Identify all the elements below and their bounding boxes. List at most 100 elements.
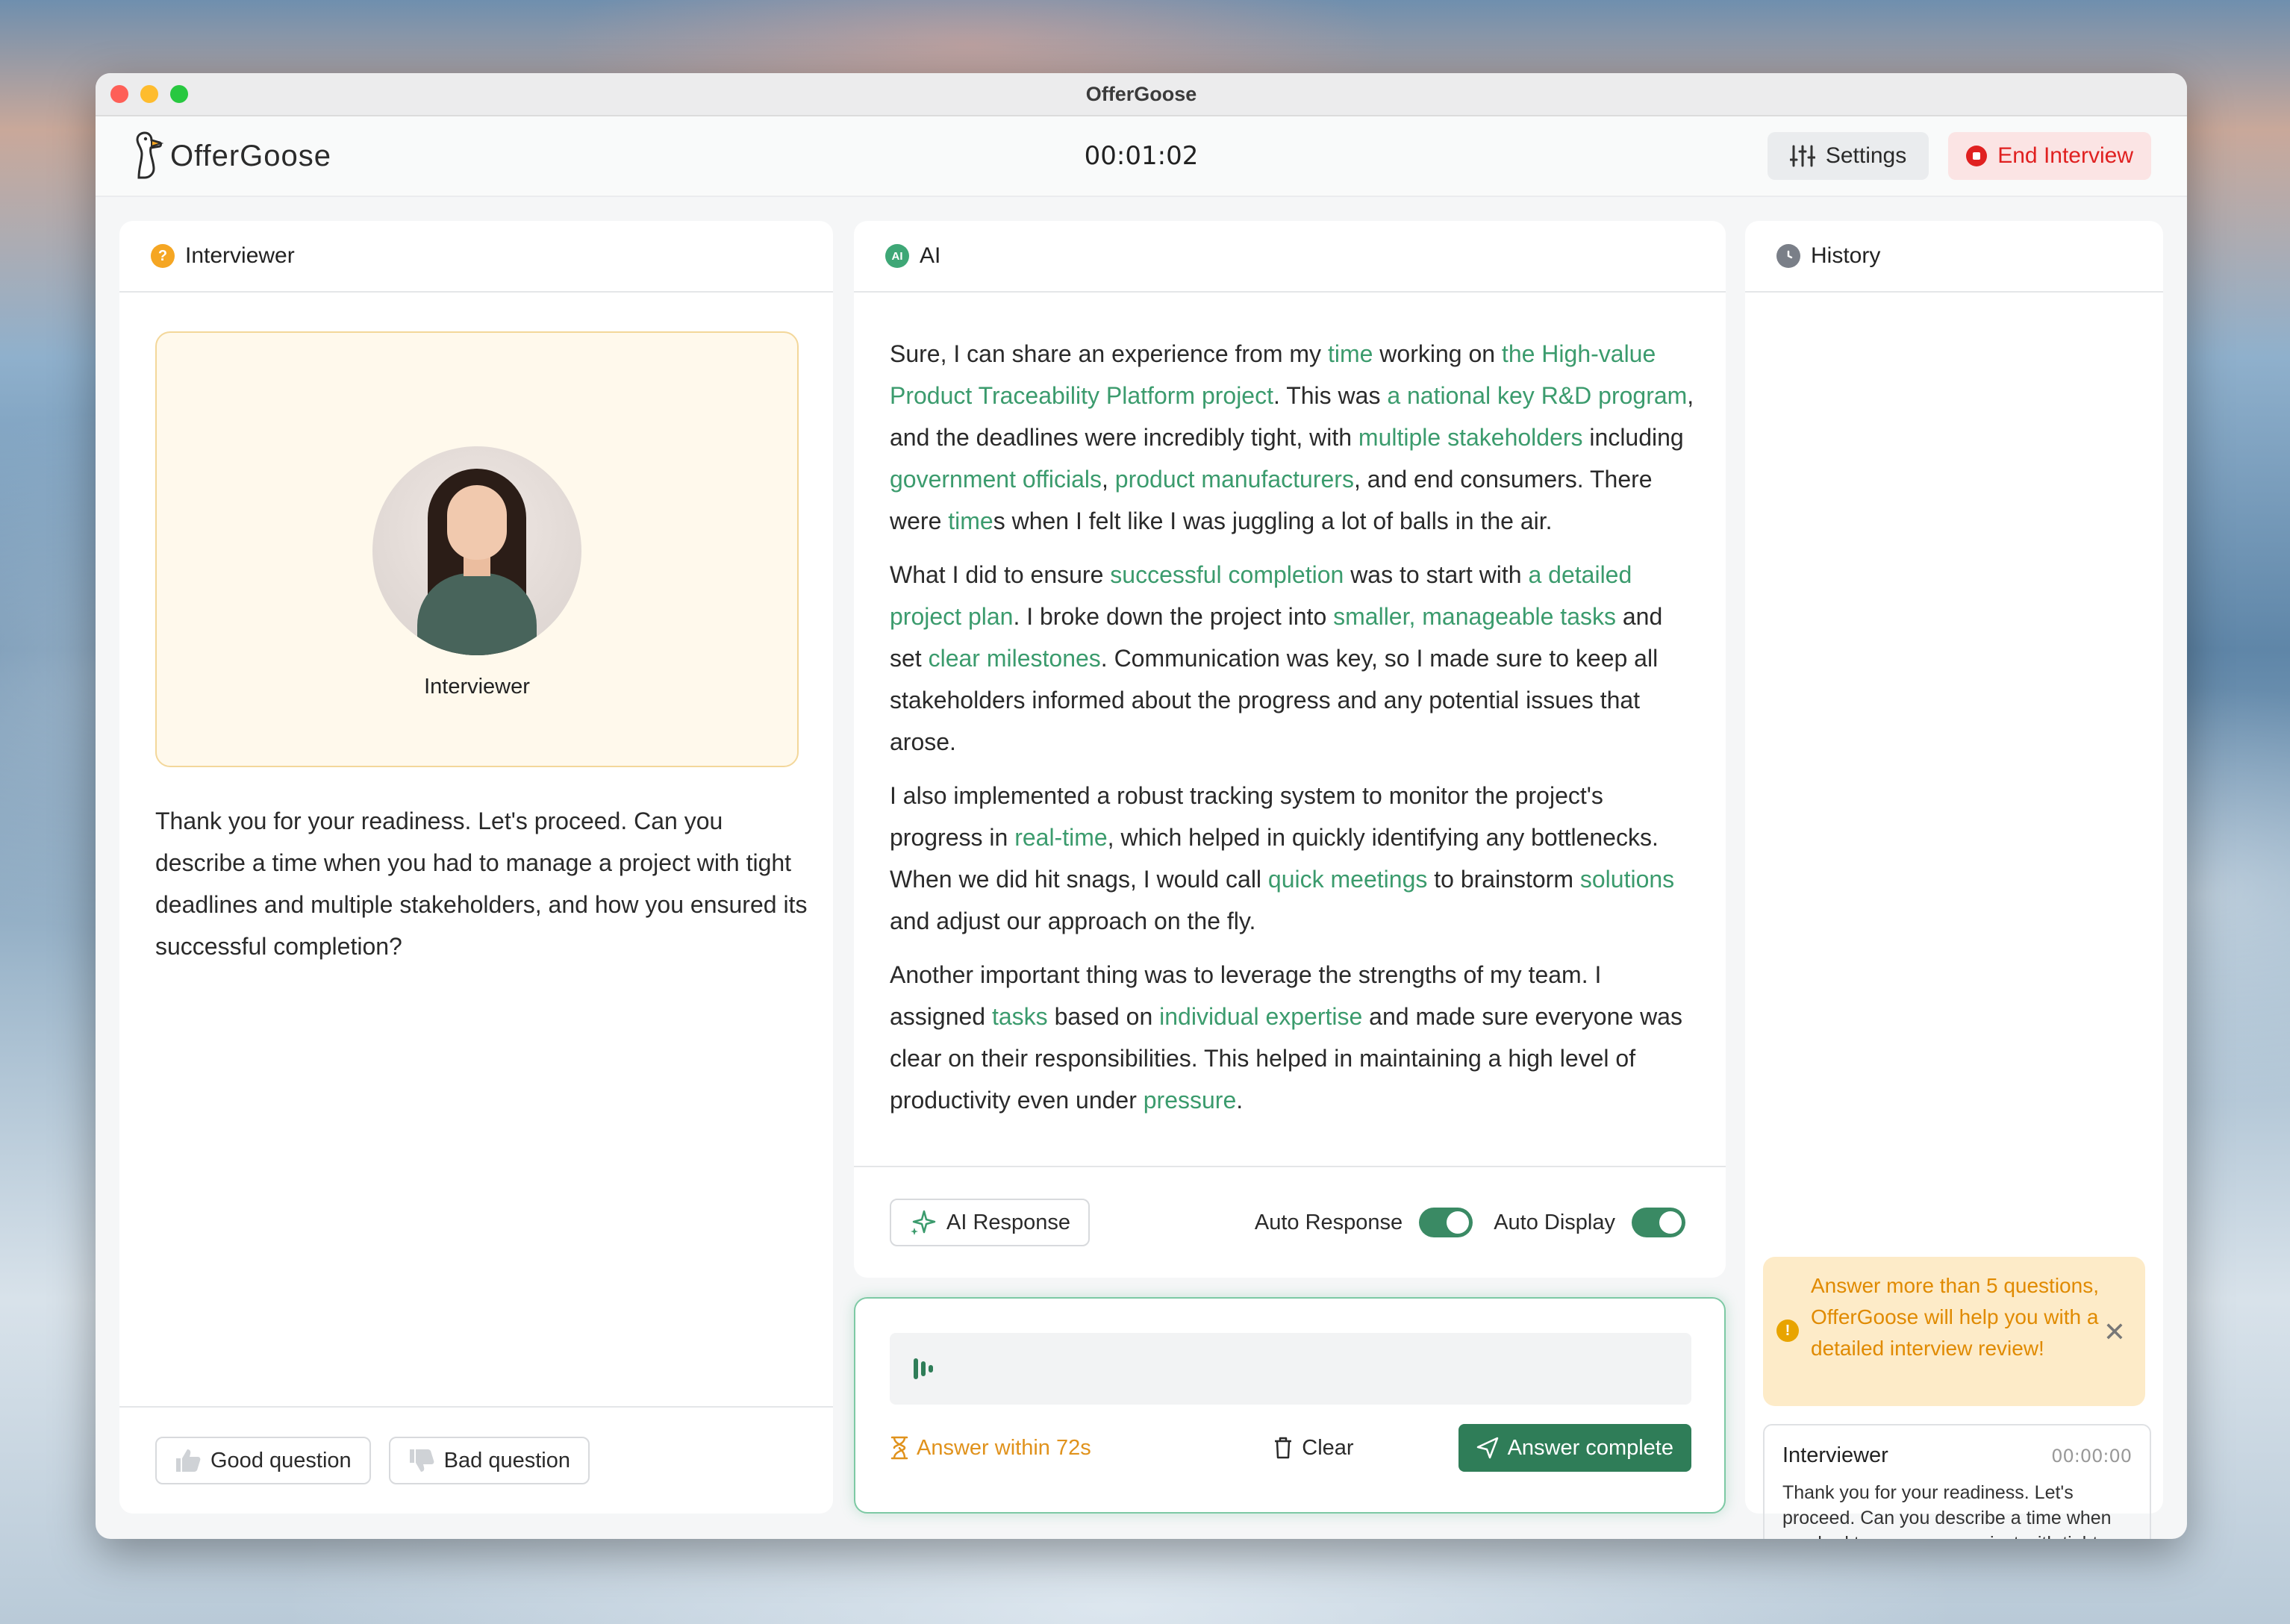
ai-answer-paragraph: Another important thing was to leverage … xyxy=(890,954,1696,1121)
header-actions: Settings End Interview xyxy=(1767,132,2151,180)
ai-text-segment: s when I felt like I was juggling a lot … xyxy=(993,508,1553,534)
ai-keyword: clear milestones xyxy=(928,645,1101,672)
end-interview-label: End Interview xyxy=(1997,143,2133,168)
ai-keyword: government officials xyxy=(890,466,1102,493)
ai-text-segment: to brainstorm xyxy=(1427,866,1580,893)
goose-logo-icon xyxy=(136,131,164,179)
ai-text-segment: working on xyxy=(1373,340,1502,367)
thumbs-up-icon xyxy=(176,1449,201,1472)
ai-keyword: individual expertise xyxy=(1159,1003,1363,1030)
interviewer-avatar xyxy=(372,446,581,655)
ai-answer-paragraph: Sure, I can share an experience from my … xyxy=(890,333,1696,542)
answer-countdown: Answer within 72s xyxy=(890,1436,1091,1461)
history-item-speaker: Interviewer xyxy=(1782,1443,1888,1467)
ai-keyword: pressure xyxy=(1143,1087,1237,1114)
window-controls xyxy=(110,85,188,103)
interviewer-panel-title: Interviewer xyxy=(185,243,295,268)
settings-label: Settings xyxy=(1825,143,1907,168)
ai-text-segment: . This was xyxy=(1273,382,1388,409)
brand-name: OfferGoose xyxy=(170,139,332,172)
trash-icon xyxy=(1275,1437,1292,1459)
clear-label: Clear xyxy=(1302,1435,1354,1460)
close-icon[interactable]: ✕ xyxy=(2103,1317,2126,1348)
interviewer-card: Interviewer xyxy=(155,331,799,767)
bad-question-label: Bad question xyxy=(443,1448,570,1472)
brand: OfferGoose xyxy=(131,131,331,181)
history-panel-title: History xyxy=(1811,243,1881,268)
ai-text-segment: , xyxy=(1102,466,1115,493)
ai-keyword: real-time xyxy=(1014,824,1108,851)
countdown-label: Answer within 72s xyxy=(917,1435,1091,1460)
auto-response-label: Auto Response xyxy=(1254,1210,1403,1234)
clear-button[interactable]: Clear xyxy=(1273,1435,1354,1461)
answer-actions: Answer within 72s Clear Answer complete xyxy=(890,1424,1691,1472)
maximize-window-button[interactable] xyxy=(170,85,188,103)
app-window: OfferGoose OfferGoose 00:01:02 Settings xyxy=(96,73,2187,1539)
history-item-header: Interviewer 00:00:00 xyxy=(1782,1443,2132,1468)
ai-text-segment: was to start with xyxy=(1344,561,1529,588)
history-item-time: 00:00:00 xyxy=(2051,1445,2132,1467)
ai-panel-footer: AI Response Auto Response Auto Display xyxy=(854,1166,1726,1278)
auto-display-toggle[interactable] xyxy=(1632,1208,1685,1237)
ai-text-segment: and adjust our approach on the fly. xyxy=(890,908,1256,934)
ai-keyword: a national key R&D program xyxy=(1387,382,1688,409)
ai-keyword: successful completion xyxy=(1110,561,1344,588)
ai-keyword: smaller, manageable tasks xyxy=(1333,603,1616,630)
title-bar: OfferGoose xyxy=(96,73,2187,116)
ai-keyword: solutions xyxy=(1579,866,1675,893)
ai-keyword: time xyxy=(948,508,993,534)
history-panel: History ! Answer more than 5 questions, … xyxy=(1745,221,2163,1539)
good-question-label: Good question xyxy=(210,1448,352,1472)
answer-box: Answer within 72s Clear Answer complete xyxy=(854,1297,1726,1514)
sliders-icon xyxy=(1789,145,1815,167)
auto-display-label: Auto Display xyxy=(1494,1210,1615,1234)
interviewer-question: Thank you for your readiness. Let's proc… xyxy=(155,808,808,960)
good-question-button[interactable]: Good question xyxy=(155,1437,371,1484)
sparkle-icon xyxy=(911,1210,936,1235)
history-item[interactable]: Interviewer 00:00:00 Thank you for your … xyxy=(1763,1424,2151,1539)
voice-answer-input[interactable] xyxy=(890,1333,1691,1405)
ai-panel-header: AI AI xyxy=(854,221,1726,293)
bad-question-button[interactable]: Bad question xyxy=(388,1437,590,1484)
window-title: OfferGoose xyxy=(1085,82,1197,105)
review-notice-text: Answer more than 5 questions, OfferGoose… xyxy=(1811,1274,2099,1360)
ai-answer-text: Sure, I can share an experience from my … xyxy=(890,333,1696,1133)
ai-text-segment: . I broke down the project into xyxy=(1013,603,1334,630)
clock-icon xyxy=(1776,244,1800,268)
interviewer-avatar-label: Interviewer xyxy=(424,675,530,699)
review-notice: ! Answer more than 5 questions, OfferGoo… xyxy=(1763,1257,2145,1406)
thumbs-down-icon xyxy=(409,1449,434,1472)
question-bubble-icon: ? xyxy=(151,244,175,268)
warning-icon: ! xyxy=(1776,1320,1799,1342)
history-panel-header: History xyxy=(1745,221,2163,293)
interviewer-panel-header: ? Interviewer xyxy=(119,221,833,293)
ai-keyword: multiple stakeholders xyxy=(1358,424,1583,451)
ai-panel: AI AI Sure, I can share an experience fr… xyxy=(854,221,1726,1278)
settings-button[interactable]: Settings xyxy=(1767,132,1929,180)
ai-answer-paragraph: I also implemented a robust tracking sys… xyxy=(890,775,1696,942)
audio-waveform-icon xyxy=(914,1358,933,1379)
ai-keyword: product manufacturers xyxy=(1114,466,1354,493)
ai-keyword: tasks xyxy=(991,1003,1048,1030)
send-icon xyxy=(1476,1437,1498,1459)
answer-complete-button[interactable]: Answer complete xyxy=(1458,1424,1691,1472)
ai-text-segment: . xyxy=(1236,1087,1244,1114)
ai-badge-icon: AI xyxy=(885,244,909,268)
hourglass-icon xyxy=(890,1436,908,1460)
history-item-text: Thank you for your readiness. Let's proc… xyxy=(1782,1482,2113,1539)
auto-response-toggle[interactable] xyxy=(1419,1208,1473,1237)
close-window-button[interactable] xyxy=(110,85,128,103)
ai-response-label: AI Response xyxy=(946,1210,1071,1234)
ai-panel-title: AI xyxy=(920,243,941,268)
ai-toggles: Auto Response Auto Display xyxy=(1255,1208,1690,1237)
app-header: OfferGoose 00:01:02 Settings End Intervi… xyxy=(96,116,2187,197)
stop-record-icon xyxy=(1966,146,1988,166)
interviewer-panel: ? Interviewer Interviewer Thank you for … xyxy=(119,221,833,1514)
ai-response-button[interactable]: AI Response xyxy=(890,1199,1091,1246)
ai-answer-paragraph: What I did to ensure successful completi… xyxy=(890,554,1696,763)
interview-timer: 00:01:02 xyxy=(1084,141,1199,171)
end-interview-button[interactable]: End Interview xyxy=(1948,132,2151,180)
ai-text-segment: What I did to ensure xyxy=(890,561,1111,588)
minimize-window-button[interactable] xyxy=(140,85,158,103)
ai-text-segment: Sure, I can share an experience from my xyxy=(890,340,1328,367)
